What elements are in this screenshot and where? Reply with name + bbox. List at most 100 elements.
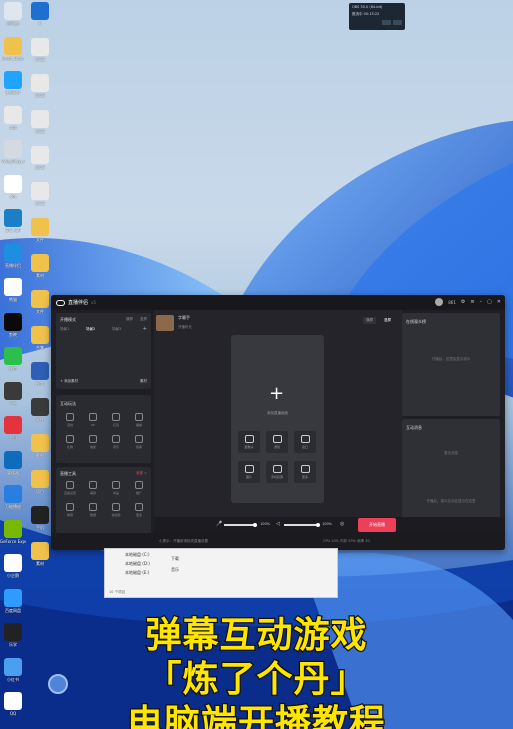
desktop-icon[interactable]: 软件 [27, 396, 53, 432]
desktop-icon[interactable]: 文件 [27, 216, 53, 252]
landscape-toggle[interactable]: 横屏 [363, 317, 376, 324]
speaker-slider[interactable] [284, 524, 318, 526]
add-material-button[interactable]: + 添加素材 [60, 379, 78, 384]
desktop-icon[interactable]: 2023 [27, 108, 53, 144]
settings-icon[interactable]: ⚙ [461, 299, 465, 305]
desktop-icon[interactable]: 腾讯QQ [0, 69, 26, 105]
scene-tab-2[interactable]: 场景2 [86, 327, 95, 332]
tool-tile[interactable]: 投票 [129, 433, 149, 451]
user-avatar[interactable] [435, 298, 444, 306]
notification-btn-b[interactable] [393, 20, 402, 25]
speaker-slider-knob[interactable] [316, 522, 320, 527]
minimize-icon[interactable]: – [480, 299, 483, 305]
tool-tile[interactable]: 直播设置 [60, 479, 80, 497]
profile-avatar[interactable] [156, 315, 174, 331]
desktop-icon-label: K [38, 21, 42, 26]
start-live-button[interactable]: 开始直播 [358, 518, 396, 532]
desktop-icon[interactable]: 2023 [27, 180, 53, 216]
explorer-row[interactable]: 本地磁盘 (C:) [125, 552, 150, 558]
mic-icon[interactable]: 🎤 [216, 521, 222, 527]
explorer-row[interactable]: 下载 [171, 556, 179, 562]
mic-slider[interactable] [224, 524, 254, 526]
desktop-icon[interactable]: 素材 [27, 252, 53, 288]
explorer-row[interactable]: 音乐 [171, 567, 179, 573]
portrait-toggle[interactable]: 竖屏 [381, 317, 394, 324]
source-tile[interactable]: 窗口 [294, 431, 316, 453]
tool-tile[interactable]: 商品 [106, 479, 126, 497]
desktop-icon[interactable]: gitt [0, 104, 26, 140]
scene-tab-3[interactable]: 场景3 [112, 327, 121, 332]
desktop-icon[interactable]: 视频 [27, 360, 53, 396]
desktop-icon[interactable]: GeForce Experience [0, 518, 26, 554]
chat-card: 互动消息 暂无消息 开播后，观众互动会显示在这里 说点什么 [402, 419, 500, 532]
desktop-icon[interactable]: 素材 [27, 540, 53, 576]
portrait-preview[interactable]: + 添加直播画面 摄像头 游戏 窗口 图片 手机投屏 更多 [231, 335, 324, 503]
tool-tile[interactable]: 连线 [60, 411, 80, 429]
tool-tile[interactable]: 弹幕 [60, 501, 80, 519]
desktop-icon[interactable]: 直播伴侣 [0, 242, 26, 278]
close-icon[interactable]: ✕ [497, 299, 501, 305]
tool-tile[interactable]: 礼物 [60, 433, 80, 451]
desktop-icon[interactable]: 剪映 [0, 311, 26, 347]
desktop-icon[interactable]: 2023 [27, 72, 53, 108]
app-icon [4, 71, 22, 89]
desktop-icon[interactable]: 项目 [27, 468, 53, 504]
menu-icon[interactable]: ≡ [470, 299, 474, 305]
source-tile[interactable]: 游戏 [266, 431, 288, 453]
obs-notification[interactable]: OBS 30.0 (64-bit) 推流中 00:15:22 [349, 3, 405, 30]
desktop-icon[interactable]: 小企鹅 [0, 552, 26, 588]
explorer-row[interactable]: 本地磁盘 (D:) [125, 561, 150, 567]
user-count: 861 [448, 299, 456, 305]
desktop-icon[interactable]: STC-ISP [0, 207, 26, 243]
add-source-icon[interactable]: + [269, 385, 284, 403]
desktop-icon[interactable]: 2023 [27, 36, 53, 72]
tools-more-link[interactable]: 全部 > [136, 471, 147, 476]
desktop-icon[interactable]: 千牛 [0, 380, 26, 416]
scene-tab-1[interactable]: 场景1 [60, 327, 69, 332]
add-scene-icon[interactable]: + [143, 326, 147, 332]
desktop-icon[interactable]: bash_Data [0, 35, 26, 71]
notification-btn-a[interactable] [382, 20, 391, 25]
desktop-icon[interactable]: 截图 [27, 432, 53, 468]
desktop-icon[interactable]: 2023 [27, 144, 53, 180]
tool-tile[interactable]: 数据 [83, 501, 103, 519]
source-tile[interactable]: 更多 [294, 461, 316, 483]
tool-tile[interactable]: 推广 [129, 479, 149, 497]
desktop-icon[interactable]: 回收站 [0, 0, 26, 36]
desktop-icon[interactable]: 文件 [27, 288, 53, 324]
tool-tile[interactable]: 更多 [129, 501, 149, 519]
scene-mode-b[interactable]: 竖屏 [140, 317, 147, 322]
material-button[interactable]: 素材 [140, 379, 147, 384]
desktop-icon[interactable]: 金山 [0, 414, 26, 450]
desktop-icon[interactable]: dot [0, 173, 26, 209]
desktop-icon[interactable]: VideoPlayer [0, 138, 26, 174]
desktop-icon[interactable]: 熊猫 [0, 276, 26, 312]
source-tile[interactable]: 图片 [238, 461, 260, 483]
speaker-icon[interactable]: ◁ [276, 521, 280, 527]
desktop-icon[interactable]: K [27, 0, 53, 36]
tool-tile[interactable]: 福袋 [129, 411, 149, 429]
source-tile[interactable]: 手机投屏 [266, 461, 288, 483]
mic-slider-knob[interactable] [253, 522, 257, 527]
desktop-icon[interactable]: 手机 [27, 504, 53, 540]
tool-tile[interactable]: 音乐 [106, 433, 126, 451]
record-icon[interactable]: ◎ [340, 521, 344, 527]
maximize-icon[interactable]: ▢ [487, 299, 492, 305]
tool-tile[interactable]: 美颜 [83, 479, 103, 497]
explorer-row[interactable]: 本地磁盘 (E:) [125, 570, 149, 576]
app-icon [4, 347, 22, 365]
source-tile[interactable]: 摄像头 [238, 431, 260, 453]
desktop-icon[interactable]: 微信 [0, 345, 26, 381]
scene-mode-a[interactable]: 横屏 [126, 317, 133, 322]
source-label: 窗口 [301, 445, 308, 449]
app-icon [31, 146, 49, 164]
tool-tile[interactable]: 快捷键 [106, 501, 126, 519]
desktop-icon[interactable]: 合集 [27, 324, 53, 360]
desktop-icon-label: dot [9, 193, 17, 199]
desktop-icon[interactable]: 管理器 [0, 449, 26, 485]
desktop-icon[interactable]: 万能播放 [0, 483, 26, 519]
tool-tile[interactable]: 红包 [106, 411, 126, 429]
tool-tile[interactable]: 抽奖 [83, 433, 103, 451]
app-icon [4, 519, 22, 538]
tool-tile[interactable]: PK [83, 411, 103, 429]
